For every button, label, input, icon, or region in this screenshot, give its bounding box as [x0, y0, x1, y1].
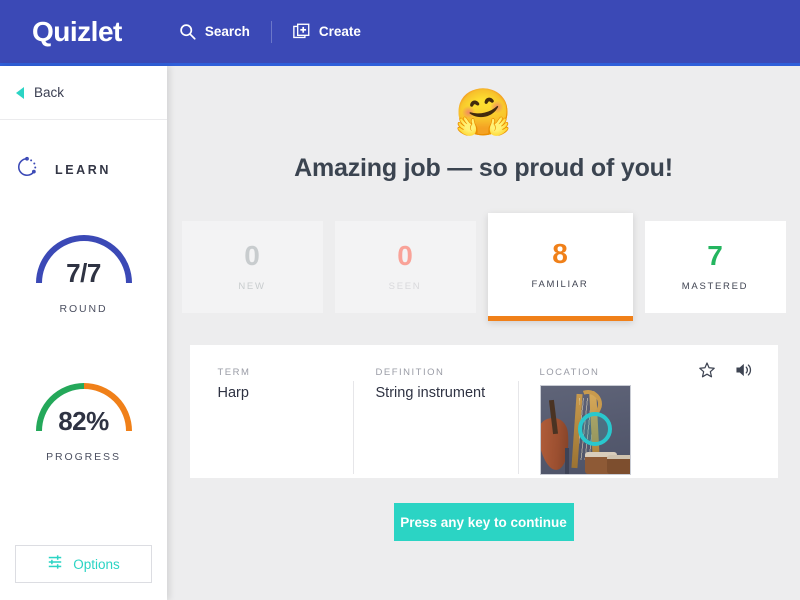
search-button[interactable]: Search: [179, 23, 250, 40]
term-card-header: TERM DEFINITION LOCATION: [190, 345, 778, 378]
quizlet-learn-page: Quizlet Search Create Back LEARN 7/7 ROU…: [0, 0, 800, 600]
term-card: TERM DEFINITION LOCATION Harp String ins…: [189, 345, 778, 478]
app-header: Quizlet Search Create: [0, 0, 800, 66]
stat-value: 8: [552, 237, 568, 269]
speaker-sound-icon[interactable]: [734, 361, 752, 384]
progress-gauge-value: 82%: [58, 406, 109, 436]
main-content: 🤗 Amazing job — so proud of you! 0 NEW 0…: [167, 66, 800, 600]
create-card-plus-icon: [293, 23, 310, 40]
quizlet-logo[interactable]: Quizlet: [32, 16, 122, 48]
term-card-actions: [698, 361, 752, 384]
progress-gauge-arc: 82%: [27, 373, 141, 436]
continue-button[interactable]: Press any key to continue: [393, 503, 574, 541]
definition-value: String instrument: [375, 385, 486, 401]
options-label: Options: [73, 556, 120, 572]
mode-indicator: LEARN: [0, 156, 167, 183]
stat-card-mastered[interactable]: 7 MASTERED: [644, 221, 786, 313]
column-divider: [352, 381, 354, 474]
round-gauge-caption: ROUND: [59, 303, 108, 315]
star-outline-icon[interactable]: [698, 361, 716, 384]
stat-value: 0: [244, 240, 260, 271]
round-gauge-value: 7/7: [66, 258, 101, 288]
column-header-definition: DEFINITION: [375, 367, 445, 378]
back-label: Back: [34, 85, 65, 100]
search-label: Search: [204, 24, 250, 39]
search-icon: [179, 23, 196, 40]
stat-value: 0: [397, 240, 413, 271]
stat-label: FAMILIAR: [531, 278, 589, 290]
hugging-face-emoji: 🤗: [454, 86, 513, 138]
stat-card-familiar[interactable]: 8 FAMILIAR: [487, 213, 633, 321]
stat-label: MASTERED: [681, 281, 749, 292]
sidebar: Back LEARN 7/7 ROUND 82% PROGRESS Option…: [0, 66, 167, 600]
stand-shape: [564, 448, 569, 474]
round-gauge: 7/7 ROUND: [0, 225, 167, 315]
location-value: [539, 385, 631, 475]
stats-row: 0 NEW 0 SEEN 8 FAMILIAR 7 MASTERED: [167, 213, 800, 323]
stat-value: 7: [707, 240, 723, 271]
mode-label: LEARN: [55, 162, 112, 177]
sliders-icon: [47, 554, 63, 575]
stat-label: SEEN: [388, 281, 422, 292]
location-highlight-ring: [577, 412, 612, 446]
progress-gauge-caption: PROGRESS: [46, 451, 121, 463]
stat-card-new[interactable]: 0 NEW: [181, 221, 323, 313]
term-card-body: Harp String instrument: [190, 381, 778, 475]
back-button[interactable]: Back: [0, 66, 167, 120]
create-label: Create: [318, 24, 361, 39]
options-button[interactable]: Options: [15, 545, 152, 583]
learn-dotted-circle-icon: [16, 156, 38, 183]
timpani-shape: [606, 455, 630, 474]
location-image[interactable]: [539, 385, 631, 475]
column-divider: [517, 381, 519, 474]
create-button[interactable]: Create: [293, 23, 361, 40]
column-header-term: TERM: [217, 367, 251, 378]
stat-label: NEW: [238, 281, 266, 292]
header-nav: Search Create: [179, 20, 361, 43]
term-value: Harp: [217, 385, 249, 401]
header-divider: [270, 20, 272, 43]
stat-card-seen[interactable]: 0 SEEN: [334, 221, 476, 313]
progress-gauge: 82% PROGRESS: [0, 373, 167, 463]
column-header-location: LOCATION: [539, 367, 600, 378]
chevron-left-icon: [16, 86, 24, 99]
page-title: Amazing job — so proud of you!: [294, 154, 673, 182]
round-gauge-arc: 7/7: [27, 225, 141, 288]
